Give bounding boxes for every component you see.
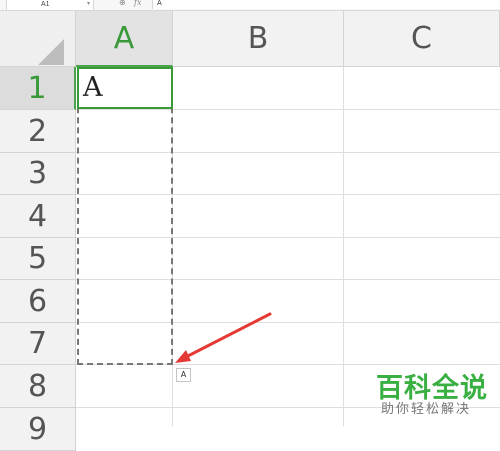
annotation-arrow — [175, 312, 272, 363]
